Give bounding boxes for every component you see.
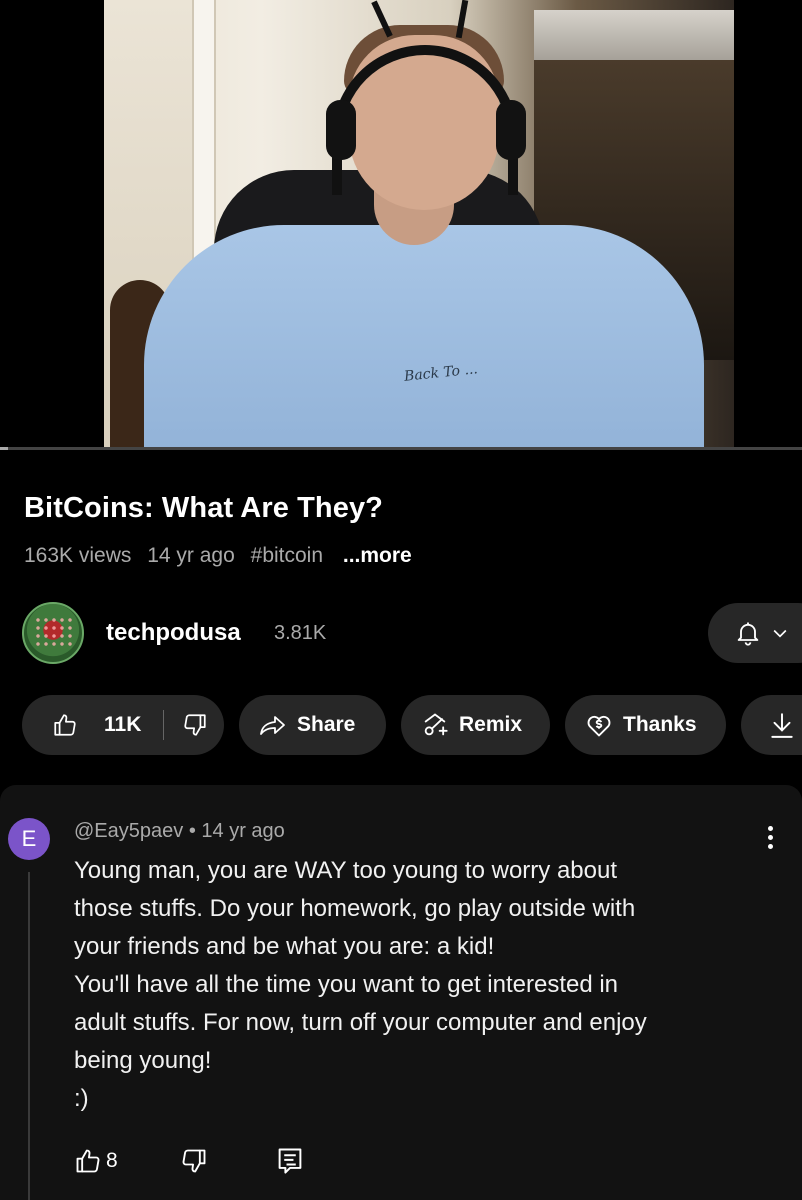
upload-age: 14 yr ago (147, 544, 235, 567)
remix-button[interactable]: Remix (401, 695, 550, 755)
video-player[interactable]: Back To ... (0, 0, 802, 450)
comment-line: adult stuffs. For now, turn off your com… (74, 1009, 647, 1036)
notification-button[interactable] (708, 603, 802, 663)
channel-avatar[interactable] (22, 602, 84, 664)
thanks-button[interactable]: Thanks (565, 695, 726, 755)
video-title: BitCoins: What Are They? (24, 492, 383, 524)
thread-line (28, 872, 30, 1200)
comment-like-count: 8 (106, 1149, 118, 1172)
progress-bar[interactable] (0, 447, 802, 450)
remix-label: Remix (459, 713, 523, 736)
comment-header: @Eay5paev • 14 yr ago (74, 820, 285, 843)
heart-dollar-icon (587, 715, 611, 737)
comment-line: :) (74, 1085, 89, 1112)
comment-author[interactable]: @Eay5paev (74, 820, 183, 842)
comment-line: those stuffs. Do your homework, go play … (74, 895, 636, 922)
thumbs-down-icon[interactable] (182, 712, 208, 738)
share-icon (260, 716, 285, 735)
video-meta[interactable]: 163K views 14 yr ago #bitcoin ...more (24, 544, 422, 568)
comment-line: your friends and be what you are: a kid! (74, 933, 495, 960)
share-label: Share (297, 713, 356, 736)
thumbs-down-icon (182, 1149, 206, 1173)
comment-line: Young man, you are WAY too young to worr… (74, 857, 617, 884)
commenter-avatar[interactable]: E (8, 818, 50, 860)
comment-line: You'll have all the time you want to get… (74, 971, 619, 998)
like-dislike-group: 11K (22, 695, 224, 755)
bell-icon (737, 622, 759, 646)
comment-like-button[interactable]: 8 (74, 1145, 118, 1177)
header-separator: • (188, 820, 196, 842)
more-link[interactable]: ...more (343, 544, 412, 567)
remix-icon (424, 713, 448, 736)
chip-divider (163, 710, 165, 740)
download-icon (771, 713, 793, 738)
reply-icon (278, 1148, 302, 1174)
like-button[interactable]: 11K (22, 712, 141, 738)
comment-line: being young! (74, 1047, 212, 1074)
download-button[interactable] (741, 695, 802, 755)
channel-name[interactable]: techpodusa (106, 619, 241, 647)
comment-text: Young man, you are WAY too young to worr… (74, 852, 774, 1118)
view-count: 163K views (24, 544, 132, 567)
chevron-down-icon (773, 629, 787, 638)
thumbs-up-icon (76, 1149, 100, 1173)
like-count: 11K (104, 713, 142, 736)
comment-reply-button[interactable] (276, 1145, 304, 1177)
subscriber-count: 3.81K (274, 622, 327, 644)
share-button[interactable]: Share (239, 695, 386, 755)
video-frame: Back To ... (104, 0, 734, 447)
comment-dislike-button[interactable] (180, 1145, 208, 1177)
progress-fill (0, 447, 9, 450)
comment-age: 14 yr ago (201, 820, 285, 842)
hashtag-link[interactable]: #bitcoin (251, 544, 323, 567)
thumbs-up-icon (54, 714, 76, 736)
thanks-label: Thanks (623, 713, 697, 736)
